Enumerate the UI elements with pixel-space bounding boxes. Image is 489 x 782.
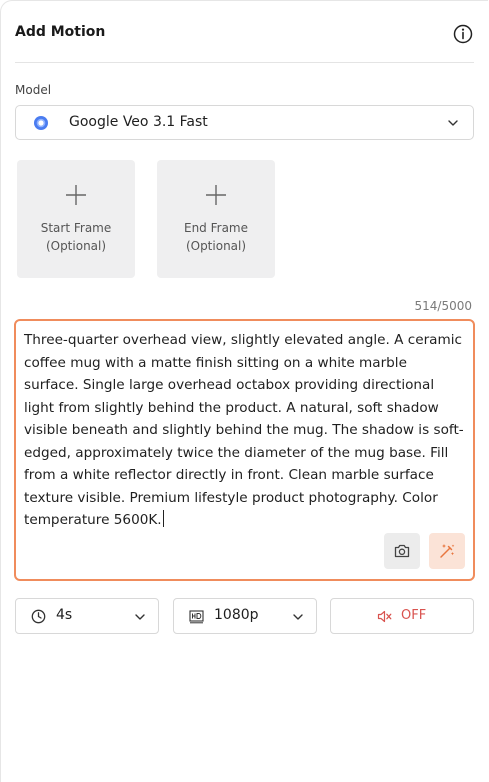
- info-icon[interactable]: [452, 23, 474, 45]
- start-frame-upload[interactable]: Start Frame (Optional): [17, 160, 135, 278]
- plus-icon: [206, 185, 226, 205]
- google-veo-logo-icon: [34, 116, 48, 130]
- camera-button[interactable]: [384, 533, 420, 569]
- speaker-muted-icon: [377, 610, 392, 623]
- end-frame-optional: (Optional): [185, 239, 247, 253]
- start-frame-optional: (Optional): [45, 239, 107, 253]
- start-frame-label: Start Frame (Optional): [17, 219, 135, 255]
- audio-state: OFF: [401, 608, 427, 623]
- magic-wand-icon: [440, 544, 455, 558]
- model-selected-value: Google Veo 3.1 Fast: [69, 114, 208, 130]
- end-frame-label: End Frame (Optional): [157, 219, 275, 255]
- duration-value: 4s: [56, 607, 73, 623]
- resolution-select[interactable]: 1080p: [173, 598, 317, 634]
- clock-icon: [31, 609, 46, 624]
- chevron-down-icon: [293, 614, 303, 620]
- chevron-down-icon: [135, 614, 145, 620]
- header-divider: [15, 62, 474, 63]
- camera-icon: [394, 544, 410, 558]
- enhance-prompt-button[interactable]: [429, 533, 465, 569]
- plus-icon: [66, 185, 86, 205]
- chevron-down-icon: [448, 120, 458, 126]
- panel-title: Add Motion: [15, 24, 106, 40]
- add-motion-panel: Add Motion Model Google Veo 3.1 Fast Sta…: [0, 0, 488, 782]
- end-frame-upload[interactable]: End Frame (Optional): [157, 160, 275, 278]
- hd-icon: [189, 610, 204, 624]
- end-frame-title: End Frame: [183, 221, 248, 235]
- resolution-value: 1080p: [214, 607, 259, 623]
- model-label: Model: [15, 83, 52, 97]
- character-count: 514/5000: [414, 299, 473, 313]
- duration-select[interactable]: 4s: [15, 598, 159, 634]
- model-select[interactable]: Google Veo 3.1 Fast: [15, 105, 474, 140]
- start-frame-title: Start Frame: [40, 221, 112, 235]
- prompt-text: Three-quarter overhead view, slightly el…: [24, 332, 467, 528]
- text-caret: [162, 510, 164, 527]
- audio-toggle[interactable]: OFF: [330, 598, 474, 634]
